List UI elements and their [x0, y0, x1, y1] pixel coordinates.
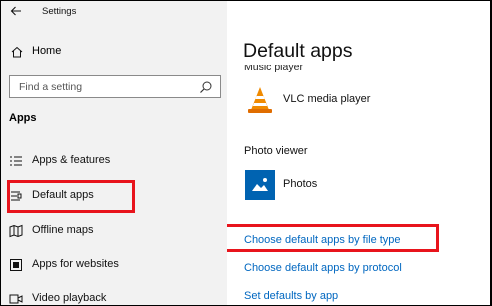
apps-list-icon	[10, 156, 22, 166]
sidebar-item-label: Video playback	[32, 292, 107, 304]
main-content: Default apps Music player VLC media play…	[227, 1, 490, 305]
vlc-cone-icon	[248, 87, 272, 113]
title-bar: Settings	[1, 1, 227, 25]
back-arrow-icon[interactable]	[9, 4, 23, 18]
music-app-name: VLC media player	[283, 93, 371, 105]
page-title: Default apps	[243, 40, 353, 62]
web-apps-icon	[10, 259, 22, 271]
settings-window: Settings Home Find a setting Apps Apps &…	[1, 1, 490, 305]
music-player-app-button[interactable]: VLC media player	[245, 85, 445, 119]
photos-icon	[245, 170, 275, 200]
sidebar-item-label: Offline maps	[32, 224, 94, 236]
set-defaults-by-app-link[interactable]: Set defaults by app	[244, 290, 338, 302]
map-icon	[9, 224, 23, 238]
sidebar-item-default-apps[interactable]: Default apps	[1, 184, 227, 208]
home-nav-item[interactable]: Home	[1, 41, 227, 63]
search-input[interactable]: Find a setting	[9, 75, 221, 98]
section-title: Apps	[9, 112, 37, 124]
default-apps-icon	[11, 191, 22, 201]
photo-viewer-heading: Photo viewer	[244, 145, 308, 157]
sidebar-item-video-playback[interactable]: Video playback	[1, 287, 227, 305]
home-label: Home	[32, 45, 62, 57]
sidebar-item-label: Apps for websites	[32, 258, 119, 270]
video-icon	[9, 294, 23, 304]
choose-defaults-by-protocol-link[interactable]: Choose default apps by protocol	[244, 262, 402, 274]
photo-app-name: Photos	[283, 178, 318, 190]
choose-defaults-by-file-type-link[interactable]: Choose default apps by file type	[244, 234, 401, 246]
sidebar-item-label: Apps & features	[32, 154, 111, 166]
search-icon	[200, 81, 212, 93]
sidebar-item-offline-maps[interactable]: Offline maps	[1, 219, 227, 243]
photo-viewer-app-button[interactable]: Photos	[245, 170, 445, 204]
music-player-heading: Music player	[244, 65, 303, 73]
sidebar: Settings Home Find a setting Apps Apps &…	[1, 1, 227, 305]
sidebar-item-apps-for-websites[interactable]: Apps for websites	[1, 253, 227, 277]
window-title: Settings	[42, 6, 77, 17]
sidebar-item-label: Default apps	[32, 189, 94, 201]
search-placeholder: Find a setting	[19, 81, 83, 93]
sidebar-item-apps-features[interactable]: Apps & features	[1, 149, 227, 173]
home-icon	[11, 46, 23, 58]
